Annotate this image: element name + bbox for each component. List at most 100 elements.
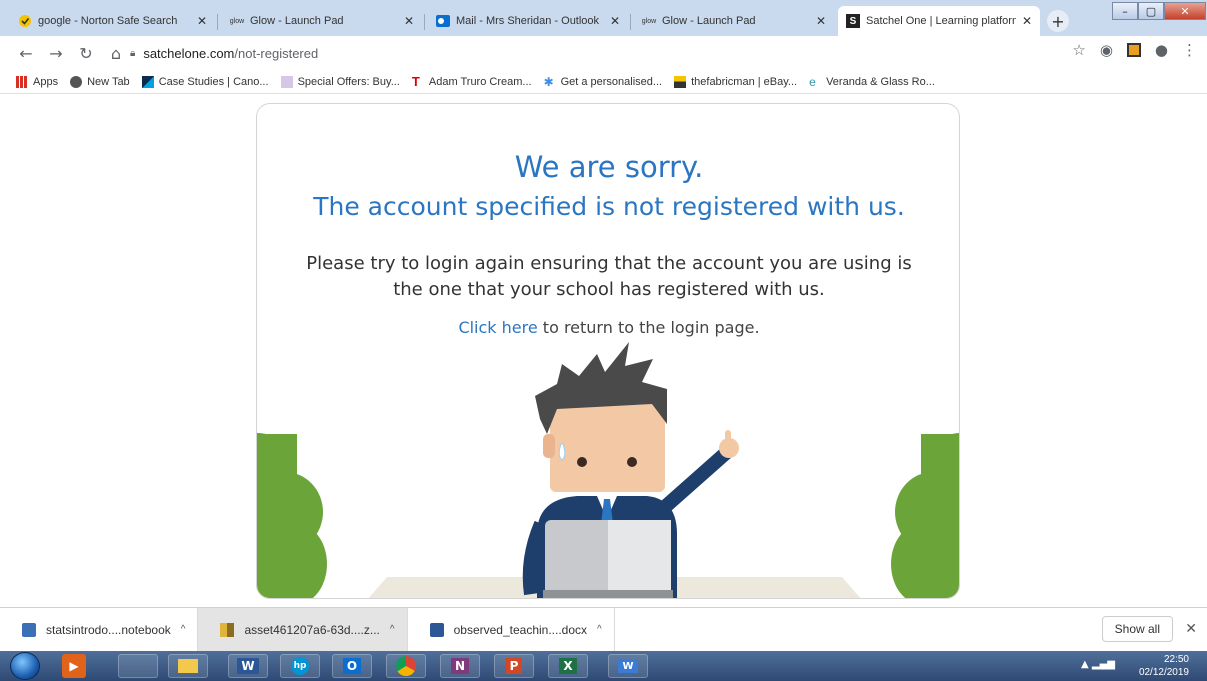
close-tab-icon[interactable]: ✕ — [197, 14, 207, 28]
bookmark-label: thefabricman | eBay... — [691, 75, 798, 88]
extension-icon[interactable]: ◉ — [1100, 41, 1113, 59]
download-shelf: statsintrodo....notebook ^ asset461207a6… — [0, 607, 1207, 652]
tab-glow-launchpad[interactable]: glow Glow - Launch Pad ✕ — [222, 6, 422, 36]
bookmark-apps[interactable]: Apps — [16, 75, 59, 88]
close-tab-icon[interactable]: ✕ — [404, 14, 414, 28]
tab-satchel-one[interactable]: S Satchel One | Learning platform ✕ — [838, 6, 1040, 36]
glow-icon: glow — [229, 17, 245, 25]
excel-app-icon[interactable]: X — [548, 654, 588, 678]
home-icon[interactable]: ⌂ — [104, 41, 128, 65]
page-subtitle: The account specified is not registered … — [313, 192, 905, 221]
ie-icon: e — [809, 74, 816, 89]
clock-time: 22:50 — [1163, 654, 1189, 665]
menu-kebab-icon[interactable]: ⋮ — [1182, 41, 1197, 59]
zip-file-icon — [220, 622, 235, 637]
profile-icon[interactable]: ● — [1155, 41, 1168, 59]
bookmark-new-tab[interactable]: New Tab — [70, 75, 130, 88]
bookmark-label: Apps — [33, 75, 59, 88]
window-controls: – ▢ ✕ — [1112, 2, 1206, 20]
tab-title: Satchel One | Learning platform — [866, 15, 1016, 27]
bookmark-label: Adam Truro Cream... — [428, 75, 532, 88]
windows-taskbar: ▶ W hp O N P X W ▲ ▂▄▆ 22:50 02/12/2019 — [0, 651, 1207, 681]
download-item[interactable]: statsintrodo....notebook ^ — [0, 607, 199, 652]
bookmark-personalised[interactable]: ✱ Get a personalised... — [544, 76, 663, 88]
close-tab-icon[interactable]: ✕ — [610, 14, 620, 28]
download-filename: statsintrodo....notebook — [46, 622, 171, 637]
tab-norton-search[interactable]: google - Norton Safe Search ✕ — [10, 6, 215, 36]
bookmark-fabricman[interactable]: thefabricman | eBay... — [674, 75, 798, 88]
forward-arrow-icon[interactable]: → — [44, 41, 68, 65]
toolbar-actions: ☆ ◉ ● ⋮ — [1072, 41, 1197, 59]
bookmark-veranda[interactable]: e Veranda & Glass Ro... — [809, 76, 935, 88]
hp-app-icon[interactable]: hp — [280, 654, 320, 678]
bookmark-label: Get a personalised... — [560, 75, 663, 88]
word-app-icon[interactable]: W — [228, 654, 268, 678]
download-item[interactable]: asset461207a6-63d....z... ^ — [198, 607, 408, 652]
new-tab-button[interactable]: + — [1047, 10, 1069, 32]
satchel-s-icon: S — [846, 14, 860, 28]
chrome-app-icon[interactable] — [386, 654, 426, 678]
tab-outlook-mail[interactable]: Mail - Mrs Sheridan - Outlook ✕ — [428, 6, 628, 36]
bookmark-special-offers[interactable]: Special Offers: Buy... — [280, 75, 400, 88]
bookmark-adam-truro[interactable]: T Adam Truro Cream... — [412, 75, 532, 88]
address-bar[interactable]: 🔒︎ satchelone.com/not-registered — [130, 42, 318, 64]
download-item[interactable]: observed_teachin....docx ^ — [408, 607, 615, 652]
url-path: /not-registered — [234, 45, 319, 61]
extension-icon-2[interactable] — [1126, 43, 1141, 57]
tab-title: Mail - Mrs Sheridan - Outlook — [456, 15, 600, 27]
notebook-file-icon — [22, 622, 36, 637]
media-player-icon[interactable]: ▶ — [62, 654, 86, 678]
start-button[interactable] — [10, 652, 40, 680]
system-clock[interactable]: 22:50 02/12/2019 — [1139, 653, 1189, 679]
chevron-up-icon[interactable]: ^ — [390, 624, 395, 635]
tray-icons[interactable]: ▲ ▂▄▆ — [1081, 659, 1115, 670]
powerpoint-app-icon[interactable]: P — [494, 654, 534, 678]
globe-icon — [70, 75, 83, 88]
browser-toolbar: ← → ↻ ⌂ 🔒︎ satchelone.com/not-registered… — [0, 36, 1207, 70]
tab-title: Glow - Launch Pad — [250, 15, 344, 27]
maximize-icon[interactable]: ▢ — [1138, 2, 1164, 20]
download-filename: observed_teachin....docx — [453, 622, 588, 637]
reload-icon[interactable]: ↻ — [74, 41, 98, 65]
bookmark-case-studies[interactable]: Case Studies | Cano... — [141, 75, 269, 88]
left-bush-image — [257, 433, 327, 598]
outlook-app-icon[interactable]: O — [332, 654, 372, 678]
word-file-icon — [429, 622, 444, 637]
window-close-icon[interactable]: ✕ — [1164, 2, 1206, 20]
apps-grid-icon — [16, 75, 28, 88]
chevron-up-icon[interactable]: ^ — [597, 624, 602, 635]
chevron-up-icon[interactable]: ^ — [181, 624, 186, 635]
sparkle-icon: ✱ — [543, 74, 554, 89]
close-tab-icon[interactable]: ✕ — [816, 14, 826, 28]
bookmark-star-icon[interactable]: ☆ — [1072, 41, 1085, 59]
error-card: We are sorry. The account specified is n… — [256, 103, 960, 599]
login-link[interactable]: Click here — [458, 318, 537, 337]
norton-check-icon — [18, 14, 32, 28]
outlook-icon — [436, 14, 450, 28]
bookmark-label: Case Studies | Cano... — [158, 75, 269, 88]
show-all-button[interactable]: Show all — [1101, 616, 1173, 642]
return-text: to return to the login page. — [537, 318, 760, 337]
close-shelf-icon[interactable]: ✕ — [1185, 620, 1197, 637]
onenote-app-icon[interactable]: N — [440, 654, 480, 678]
wordpad-app-icon[interactable]: W — [608, 654, 648, 678]
error-message: Please try to login again ensuring that … — [306, 253, 912, 300]
tab-divider — [630, 14, 631, 30]
right-bush-image — [891, 433, 959, 598]
minimize-icon[interactable]: – — [1112, 2, 1138, 20]
tab-title: google - Norton Safe Search — [38, 15, 178, 27]
close-tab-icon[interactable]: ✕ — [1022, 14, 1032, 28]
explorer-window-icon[interactable] — [118, 654, 158, 678]
tab-title: Glow - Launch Pad — [662, 15, 756, 27]
bookmark-label: New Tab — [87, 75, 130, 88]
character-illustration — [522, 342, 739, 598]
url-host: satchelone.com — [143, 45, 235, 61]
tab-glow-launchpad-2[interactable]: glow Glow - Launch Pad ✕ — [634, 6, 834, 36]
tab-divider — [217, 14, 218, 30]
download-filename: asset461207a6-63d....z... — [244, 622, 380, 637]
browser-tab-strip: google - Norton Safe Search ✕ glow Glow … — [0, 0, 1207, 36]
shop-icon — [674, 75, 687, 88]
clock-date: 02/12/2019 — [1138, 667, 1189, 678]
file-explorer-icon[interactable] — [168, 654, 208, 678]
back-arrow-icon[interactable]: ← — [14, 41, 38, 65]
